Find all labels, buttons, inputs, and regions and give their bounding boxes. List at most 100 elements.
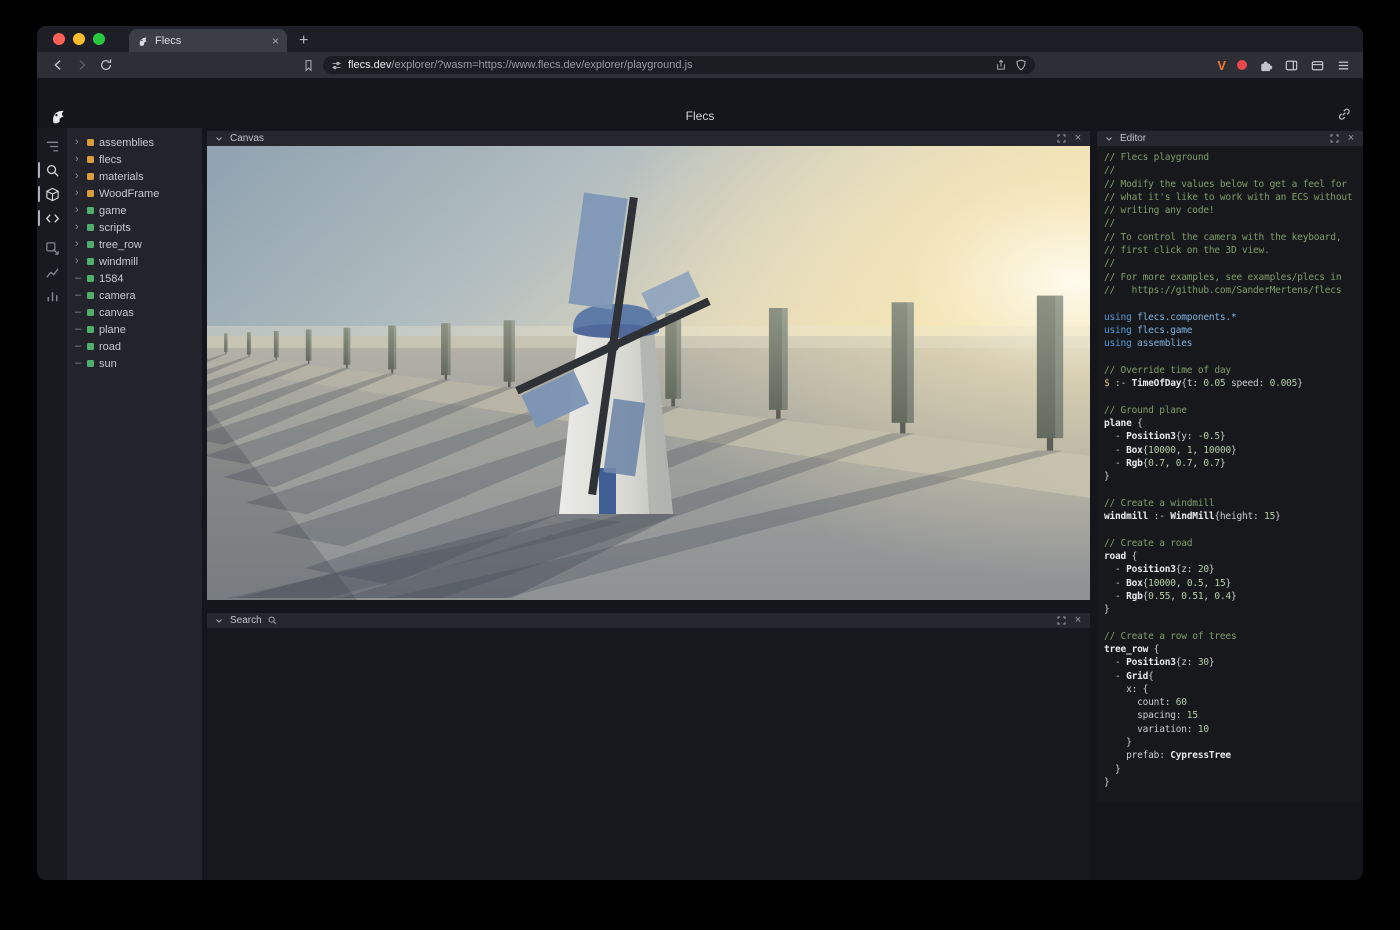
- code-line[interactable]: prefab: CypressTree: [1104, 750, 1357, 763]
- code-line[interactable]: // Override time of day: [1104, 365, 1357, 378]
- code-line[interactable]: // Flecs playground: [1104, 152, 1357, 165]
- code-line[interactable]: - Box{10000, 0.5, 15}: [1104, 578, 1357, 591]
- code-line[interactable]: count: 60: [1104, 697, 1357, 710]
- code-line[interactable]: // https://github.com/SanderMertens/flec…: [1104, 285, 1357, 298]
- code-line[interactable]: x: {: [1104, 684, 1357, 697]
- code-line[interactable]: // Ground plane: [1104, 405, 1357, 418]
- inspector-icon[interactable]: [37, 236, 67, 260]
- code-line[interactable]: // what it's like to work with an ECS wi…: [1104, 192, 1357, 205]
- code-line[interactable]: [1104, 298, 1357, 311]
- tree-item-camera[interactable]: ‒camera: [67, 287, 202, 304]
- reload-icon[interactable]: [97, 57, 115, 73]
- code-line[interactable]: // For more examples, see examples/plecs…: [1104, 272, 1357, 285]
- code-line[interactable]: }: [1104, 737, 1357, 750]
- collapse-chevron-icon[interactable]: [213, 135, 225, 143]
- code-line[interactable]: spacing: 15: [1104, 710, 1357, 723]
- code-line[interactable]: [1104, 391, 1357, 404]
- tree-item-road[interactable]: ‒road: [67, 338, 202, 355]
- tree-item-scripts[interactable]: ›scripts: [67, 219, 202, 236]
- expand-caret-icon[interactable]: ›: [75, 154, 82, 165]
- tab-close-icon[interactable]: ×: [272, 35, 279, 47]
- sidebar-toggle-icon[interactable]: [1284, 58, 1299, 73]
- code-line[interactable]: - Rgb{0.55, 0.51, 0.4}: [1104, 591, 1357, 604]
- code-line[interactable]: // To control the camera with the keyboa…: [1104, 232, 1357, 245]
- expand-caret-icon[interactable]: ›: [75, 222, 82, 233]
- code-line[interactable]: - Position3{z: 30}: [1104, 657, 1357, 670]
- close-window-button[interactable]: [53, 33, 65, 45]
- new-tab-button[interactable]: +: [299, 33, 308, 49]
- code-line[interactable]: }: [1104, 471, 1357, 484]
- chart-icon[interactable]: [37, 260, 67, 284]
- code-line[interactable]: }: [1104, 604, 1357, 617]
- close-panel-icon[interactable]: ×: [1072, 133, 1084, 144]
- code-line[interactable]: //: [1104, 218, 1357, 231]
- close-panel-icon[interactable]: ×: [1345, 133, 1357, 144]
- tree-item-materials[interactable]: ›materials: [67, 168, 202, 185]
- minimize-window-button[interactable]: [73, 33, 85, 45]
- code-line[interactable]: // first click on the 3D view.: [1104, 245, 1357, 258]
- code-line[interactable]: // Modify the values below to get a feel…: [1104, 179, 1357, 192]
- code-line[interactable]: using assemblies: [1104, 338, 1357, 351]
- code-line[interactable]: [1104, 617, 1357, 630]
- code-line[interactable]: tree_row {: [1104, 644, 1357, 657]
- code-line[interactable]: plane {: [1104, 418, 1357, 431]
- hierarchy-icon[interactable]: [37, 134, 67, 158]
- fullscreen-icon[interactable]: [1055, 616, 1067, 625]
- code-line[interactable]: // writing any code!: [1104, 205, 1357, 218]
- tree-item-flecs[interactable]: ›flecs: [67, 151, 202, 168]
- expand-caret-icon[interactable]: ›: [75, 239, 82, 250]
- code-line[interactable]: - Position3{y: -0.5}: [1104, 431, 1357, 444]
- code-line[interactable]: // Create a row of trees: [1104, 631, 1357, 644]
- code-line[interactable]: road {: [1104, 551, 1357, 564]
- expand-caret-icon[interactable]: ›: [75, 171, 82, 182]
- zoom-window-button[interactable]: [93, 33, 105, 45]
- code-line[interactable]: //: [1104, 258, 1357, 271]
- tree-item-canvas[interactable]: ‒canvas: [67, 304, 202, 321]
- collapse-chevron-icon[interactable]: [1103, 135, 1115, 143]
- expand-caret-icon[interactable]: ›: [75, 256, 82, 267]
- code-line[interactable]: [1104, 351, 1357, 364]
- code-line[interactable]: - Box{10000, 1, 10000}: [1104, 445, 1357, 458]
- code-line[interactable]: - Rgb{0.7, 0.7, 0.7}: [1104, 458, 1357, 471]
- code-line[interactable]: // Create a windmill: [1104, 498, 1357, 511]
- expand-caret-icon[interactable]: ›: [75, 205, 82, 216]
- code-line[interactable]: using flecs.game: [1104, 325, 1357, 338]
- code-line[interactable]: - Position3{z: 20}: [1104, 564, 1357, 577]
- tree-item-assemblies[interactable]: ›assemblies: [67, 134, 202, 151]
- stats-bars-icon[interactable]: [37, 284, 67, 308]
- extension-v-icon[interactable]: V: [1217, 58, 1226, 73]
- tree-item-WoodFrame[interactable]: ›WoodFrame: [67, 185, 202, 202]
- editor-code[interactable]: // Flecs playground // // Modify the value…: [1097, 146, 1363, 802]
- code-line[interactable]: variation: 10: [1104, 724, 1357, 737]
- back-icon[interactable]: [49, 57, 67, 73]
- search-icon[interactable]: [37, 158, 67, 182]
- code-line[interactable]: }: [1104, 764, 1357, 777]
- fullscreen-icon[interactable]: [1328, 134, 1340, 143]
- 3d-viewport[interactable]: [207, 146, 1090, 600]
- record-indicator-icon[interactable]: [1237, 60, 1247, 70]
- code-line[interactable]: $ :- TimeOfDay{t: 0.05 speed: 0.005}: [1104, 378, 1357, 391]
- search-results-area[interactable]: [207, 628, 1090, 880]
- forward-icon[interactable]: [73, 57, 91, 73]
- expand-caret-icon[interactable]: ›: [75, 188, 82, 199]
- brave-shield-icon[interactable]: [1015, 59, 1027, 71]
- extensions-puzzle-icon[interactable]: [1258, 58, 1273, 73]
- tree-item-sun[interactable]: ‒sun: [67, 355, 202, 372]
- browser-tab[interactable]: Flecs ×: [129, 29, 287, 52]
- tree-item-plane[interactable]: ‒plane: [67, 321, 202, 338]
- fullscreen-icon[interactable]: [1055, 134, 1067, 143]
- tree-item-game[interactable]: ›game: [67, 202, 202, 219]
- code-line[interactable]: }: [1104, 777, 1357, 790]
- code-line[interactable]: windmill :- WindMill{height: 15}: [1104, 511, 1357, 524]
- expand-caret-icon[interactable]: ›: [75, 137, 82, 148]
- bookmark-icon[interactable]: [299, 57, 317, 73]
- tree-item-1584[interactable]: ‒1584: [67, 270, 202, 287]
- code-line[interactable]: using flecs.components.*: [1104, 312, 1357, 325]
- close-panel-icon[interactable]: ×: [1072, 615, 1084, 626]
- url-bar[interactable]: flecs.dev/explorer/?wasm=https://www.fle…: [323, 56, 1035, 74]
- wallet-icon[interactable]: [1310, 58, 1325, 73]
- code-line[interactable]: - Grid{: [1104, 671, 1357, 684]
- tree-item-windmill[interactable]: ›windmill: [67, 253, 202, 270]
- tree-item-tree_row[interactable]: ›tree_row: [67, 236, 202, 253]
- collapse-chevron-icon[interactable]: [213, 617, 225, 625]
